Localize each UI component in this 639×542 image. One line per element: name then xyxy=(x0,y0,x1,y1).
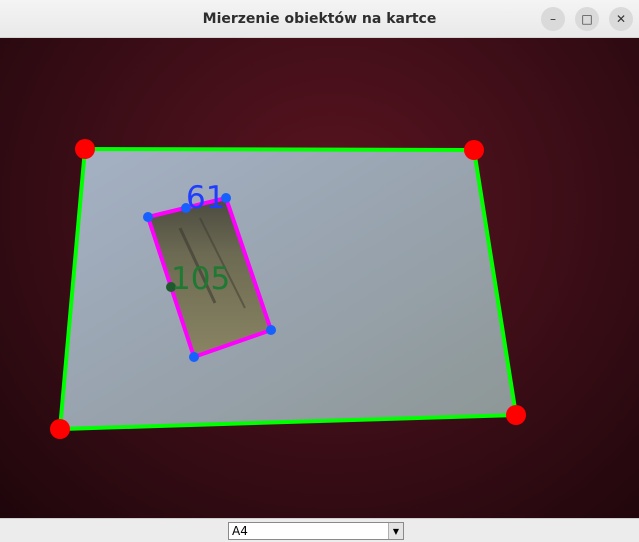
minimize-button[interactable]: – xyxy=(541,7,565,31)
bottom-bar: A4 ▼ xyxy=(0,518,639,542)
paper-size-select[interactable]: A4 ▼ xyxy=(228,522,404,540)
sheet-corner-marker xyxy=(506,405,526,425)
paper-sheet xyxy=(60,149,516,429)
object-corner-marker xyxy=(143,212,153,222)
object-corner-marker xyxy=(189,352,199,362)
close-button[interactable]: ✕ xyxy=(609,7,633,31)
title-bar: Mierzenie obiektów na kartce – □ ✕ xyxy=(0,0,639,38)
object-width-label: 61 xyxy=(186,180,225,216)
camera-view: 61 105 xyxy=(0,38,639,518)
app-window: Mierzenie obiektów na kartce – □ ✕ 61 10… xyxy=(0,0,639,542)
object-height-label: 105 xyxy=(171,261,230,297)
sheet-corner-marker xyxy=(75,139,95,159)
paper-size-value: A4 xyxy=(232,524,248,538)
camera-overlay: 61 105 xyxy=(50,139,526,439)
maximize-button[interactable]: □ xyxy=(575,7,599,31)
sheet-corner-marker xyxy=(50,419,70,439)
sheet-corner-marker xyxy=(464,140,484,160)
object-corner-marker xyxy=(266,325,276,335)
chevron-down-icon[interactable]: ▼ xyxy=(388,523,403,539)
